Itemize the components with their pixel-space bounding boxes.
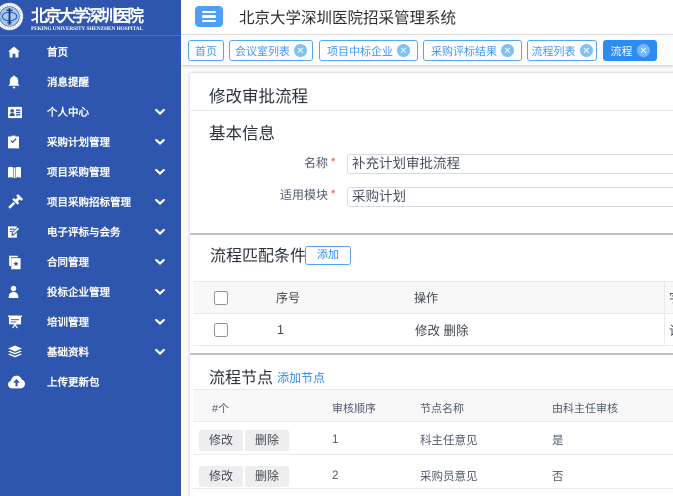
svg-text:北京大学深圳医院: 北京大学深圳医院 [31, 6, 145, 26]
svg-text:PEKING UNIVERSITY SHENZHEN HOS: PEKING UNIVERSITY SHENZHEN HOSPITAL [31, 26, 143, 32]
